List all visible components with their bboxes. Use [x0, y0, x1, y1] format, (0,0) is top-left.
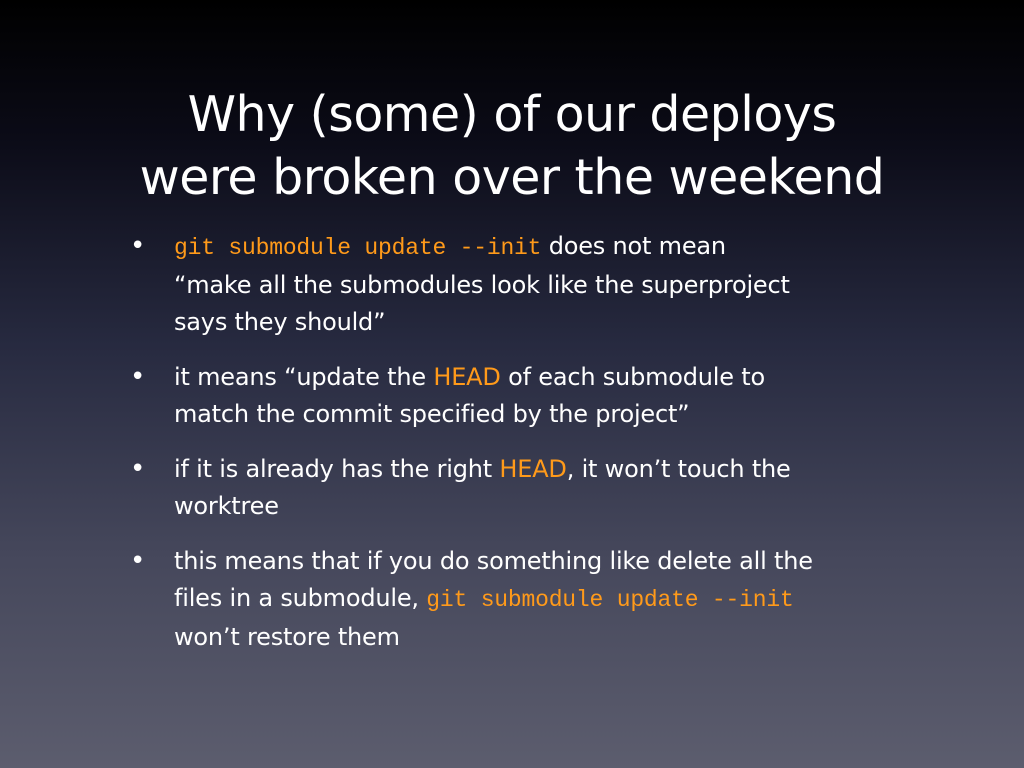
bullet-icon: •: [130, 231, 146, 261]
bullet-line: won’t restore them: [174, 623, 400, 651]
bullet-line: this means that if you do something like…: [174, 547, 813, 575]
bullet-line: worktree: [174, 492, 279, 520]
bullet-item-submodule-update: • git submodule update --init does not m…: [130, 228, 930, 341]
bullet-text: , it won’t touch the: [566, 455, 791, 483]
bullet-line: says they should”: [174, 308, 386, 336]
bullet-text: files in a submodule,: [174, 584, 427, 612]
bullet-text: does not mean: [541, 232, 726, 260]
bullet-line: “make all the submodules look like the s…: [174, 271, 790, 299]
bullet-line: files in a submodule, git submodule upda…: [174, 580, 930, 619]
slide-title: Why (some) of our deploys were broken ov…: [0, 83, 1024, 209]
code-snippet: git submodule update --init: [174, 235, 542, 261]
bullet-line: it means “update the HEAD of each submod…: [174, 359, 930, 396]
bullet-line: git submodule update --init does not mea…: [174, 228, 930, 267]
title-line-1: Why (some) of our deploys: [187, 85, 837, 143]
bullet-line: if it is already has the right HEAD, it …: [174, 451, 930, 488]
highlight-head: HEAD: [499, 455, 567, 483]
bullet-icon: •: [130, 546, 146, 576]
bullet-item-head-meaning: • it means “update the HEAD of each subm…: [130, 359, 930, 433]
code-snippet: git submodule update --init: [426, 587, 794, 613]
bullet-icon: •: [130, 454, 146, 484]
slide: Why (some) of our deploys were broken ov…: [0, 0, 1024, 768]
bullet-item-right-head: • if it is already has the right HEAD, i…: [130, 451, 930, 525]
title-line-2: were broken over the weekend: [139, 148, 885, 206]
bullet-item-delete-files: • this means that if you do something li…: [130, 543, 930, 656]
bullet-text: it means “update the: [174, 363, 434, 391]
bullet-list: • git submodule update --init does not m…: [130, 228, 930, 674]
bullet-line: match the commit specified by the projec…: [174, 400, 690, 428]
bullet-text: if it is already has the right: [174, 455, 500, 483]
highlight-head: HEAD: [433, 363, 501, 391]
bullet-icon: •: [130, 362, 146, 392]
bullet-text: of each submodule to: [500, 363, 765, 391]
